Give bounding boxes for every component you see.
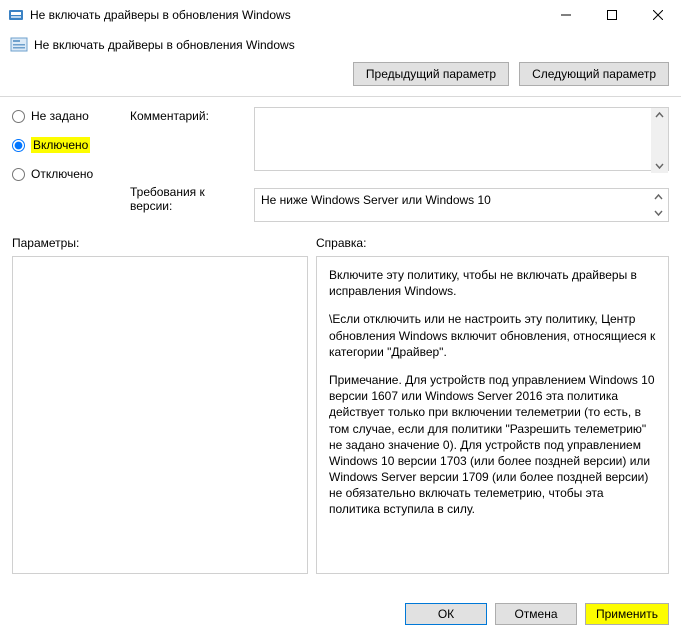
radio-disabled-input[interactable] [12,168,25,181]
help-paragraph: Включите эту политику, чтобы не включать… [329,267,656,299]
maximize-button[interactable] [589,0,635,30]
app-icon [8,7,24,23]
comment-textarea[interactable] [254,107,669,171]
radio-enabled-label: Включено [31,137,90,153]
scroll-down-icon[interactable] [654,208,663,217]
radio-enabled[interactable]: Включено [12,137,116,153]
radio-enabled-input[interactable] [12,139,25,152]
parameters-box [12,256,308,574]
radio-not-configured-label: Не задано [31,109,89,123]
nav-row: Предыдущий параметр Следующий параметр [0,58,681,97]
apply-button[interactable]: Применить [585,603,669,625]
title-bar: Не включать драйверы в обновления Window… [0,0,681,30]
cancel-button[interactable]: Отмена [495,603,577,625]
help-paragraph: Примечание. Для устройств под управление… [329,372,656,518]
scroll-down-icon[interactable] [655,161,664,170]
window-title: Не включать драйверы в обновления Window… [30,8,543,22]
requirements-box: Не ниже Windows Server или Windows 10 [254,188,669,222]
help-paragraph: \Если отключить или не настроить эту пол… [329,311,656,360]
policy-title: Не включать драйверы в обновления Window… [34,38,295,52]
state-radio-group: Не задано Включено Отключено [12,107,116,195]
policy-header: Не включать драйверы в обновления Window… [0,30,681,58]
parameters-label: Параметры: [12,236,308,250]
comment-box-wrap [254,107,669,174]
radio-disabled-label: Отключено [31,167,93,181]
requirements-label: Требования к версии: [130,185,240,213]
next-setting-button[interactable]: Следующий параметр [519,62,669,86]
close-button[interactable] [635,0,681,30]
footer-buttons: ОК Отмена Применить [405,603,669,625]
radio-not-configured[interactable]: Не задано [12,109,116,123]
policy-icon [10,36,28,54]
radio-not-configured-input[interactable] [12,110,25,123]
comment-label: Комментарий: [130,107,240,171]
radio-disabled[interactable]: Отключено [12,167,116,181]
scroll-up-icon[interactable] [655,111,664,120]
help-label: Справка: [316,236,669,250]
minimize-button[interactable] [543,0,589,30]
scroll-up-icon[interactable] [654,193,663,202]
previous-setting-button[interactable]: Предыдущий параметр [353,62,509,86]
ok-button[interactable]: ОК [405,603,487,625]
requirements-value: Не ниже Windows Server или Windows 10 [261,193,491,207]
help-box: Включите эту политику, чтобы не включать… [316,256,669,574]
